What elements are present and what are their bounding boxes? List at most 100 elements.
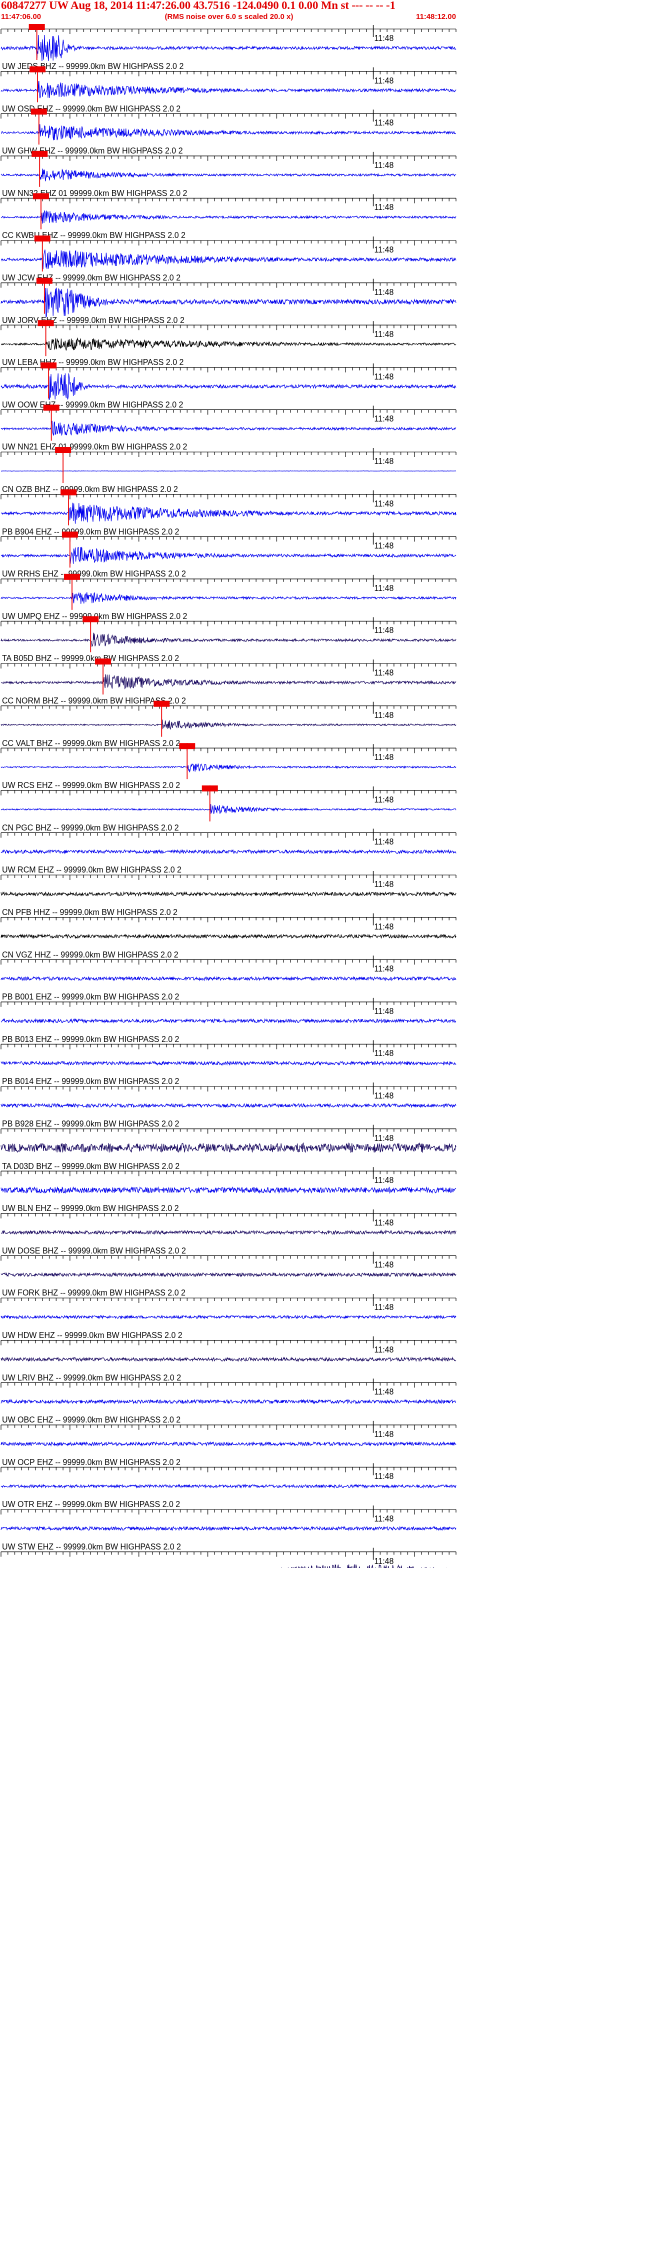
station-label: UW GHW EHZ -- 99999.0km BW HIGHPASS 2.0 … xyxy=(2,147,183,156)
station-label: UW NN32 EHZ 01 99999.0km BW HIGHPASS 2.0… xyxy=(2,189,188,198)
minute-marker-label: 11:48 xyxy=(374,1007,394,1016)
minute-marker-label: 11:48 xyxy=(374,795,394,804)
station-label: PB B928 EHZ -- 99999.0km BW HIGHPASS 2.0… xyxy=(2,1120,180,1129)
waveform-trace xyxy=(0,1398,456,1405)
station-label: CN PGC BHZ -- 99999.0km BW HIGHPASS 2.0 … xyxy=(2,823,179,832)
station-label: UW JEDS BHZ -- 99999.0km BW HIGHPASS 2.0… xyxy=(2,62,184,71)
waveform-trace xyxy=(0,168,457,182)
minute-marker-label: 11:48 xyxy=(374,246,394,255)
station-label: UW OBC EHZ -- 99999.0km BW HIGHPASS 2.0 … xyxy=(2,1416,181,1425)
minute-marker-label: 11:48 xyxy=(374,711,394,720)
waveform-trace xyxy=(0,337,457,351)
minute-marker-label: 11:48 xyxy=(374,415,394,424)
minute-marker-label: 11:48 xyxy=(374,922,394,931)
minute-marker-label: 11:48 xyxy=(374,1261,394,1270)
station-label: UW HDW EHZ -- 99999.0km BW HIGHPASS 2.0 … xyxy=(2,1331,183,1340)
minute-marker-label: 11:48 xyxy=(374,119,394,128)
station-label: CN PFB HHZ -- 99999.0km BW HIGHPASS 2.0 … xyxy=(2,908,178,917)
waveform-trace xyxy=(0,1314,457,1320)
waveform-trace xyxy=(0,1525,457,1532)
station-label: CN OZB BHZ -- 99999.0km BW HIGHPASS 2.0 … xyxy=(2,485,178,494)
plot-header: 60847277 UW Aug 18, 2014 11:47:26.00 43.… xyxy=(0,0,458,23)
station-label: UW FORK BHZ -- 99999.0km BW HIGHPASS 2.0… xyxy=(2,1289,186,1298)
minute-marker-label: 11:48 xyxy=(374,1134,394,1143)
minute-marker-label: 11:48 xyxy=(374,1388,394,1397)
rms-scale-note: (RMS noise over 6.0 s scaled 20.0 x) xyxy=(164,12,294,21)
waveform-trace xyxy=(0,1441,457,1447)
waveform-trace xyxy=(0,1186,457,1194)
plot-title: 60847277 UW Aug 18, 2014 11:47:26.00 43.… xyxy=(1,0,396,12)
station-label: UW RRHS EHZ -- 99999.0km BW HIGHPASS 2.0… xyxy=(2,570,186,579)
minute-marker-label: 11:48 xyxy=(374,753,394,762)
station-label: UW LRIV BHZ -- 99999.0km BW HIGHPASS 2.0… xyxy=(2,1373,182,1382)
station-label: CN VGZ HHZ -- 99999.0km BW HIGHPASS 2.0 … xyxy=(2,950,179,959)
station-label: UW LEBA HHZ -- 99999.0km BW HIGHPASS 2.0… xyxy=(2,358,184,367)
minute-marker-label: 11:48 xyxy=(374,288,394,297)
minute-marker-label: 11:48 xyxy=(374,1218,394,1227)
minute-marker-label: 11:48 xyxy=(374,1472,394,1481)
minute-marker-label: 11:48 xyxy=(374,161,394,170)
minute-marker-label: 11:48 xyxy=(374,203,394,212)
minute-marker-label: 11:48 xyxy=(374,1092,394,1101)
waveform-trace xyxy=(0,763,457,773)
minute-marker-label: 11:48 xyxy=(374,330,394,339)
minute-marker-label: 11:48 xyxy=(374,542,394,551)
minute-marker-label: 11:48 xyxy=(374,1430,394,1439)
minute-marker-label: 11:48 xyxy=(374,372,394,381)
waveform-trace xyxy=(0,209,457,224)
minute-marker-label: 11:48 xyxy=(374,838,394,847)
minute-marker-label: 11:48 xyxy=(374,1049,394,1058)
minute-marker-label: 11:48 xyxy=(374,669,394,678)
minute-marker-label: 11:48 xyxy=(374,457,394,466)
station-label: UW OSD EHZ -- 99999.0km BW HIGHPASS 2.0 … xyxy=(2,104,181,113)
station-label: UW NN21 EHZ 01 99999.0km BW HIGHPASS 2.0… xyxy=(2,443,188,452)
minute-marker-label: 11:48 xyxy=(374,1303,394,1312)
station-label: UW JORV EHZ -- 99999.0km BW HIGHPASS 2.0… xyxy=(2,316,185,325)
minute-marker-label: 11:48 xyxy=(374,965,394,974)
minute-marker-label: 11:48 xyxy=(374,1557,394,1566)
station-label: UW RCS EHZ -- 99999.0km BW HIGHPASS 2.0 … xyxy=(2,781,181,790)
waveform-trace xyxy=(0,975,457,982)
waveform-trace xyxy=(0,1060,457,1066)
minute-marker-label: 11:48 xyxy=(374,34,394,43)
waveform-trace xyxy=(0,1356,457,1363)
waveform-trace xyxy=(0,1018,457,1024)
waveform-trace xyxy=(0,1483,457,1489)
station-label: UW OOW EHZ -- 99999.0km BW HIGHPASS 2.0 … xyxy=(2,400,184,409)
minute-marker-label: 11:48 xyxy=(374,1176,394,1185)
waveform-trace xyxy=(0,933,457,940)
end-time-label: 11:48:12.00 xyxy=(415,12,456,21)
station-label: UW OTR EHZ -- 99999.0km BW HIGHPASS 2.0 … xyxy=(2,1500,181,1509)
station-label: PB B014 EHZ -- 99999.0km BW HIGHPASS 2.0… xyxy=(2,1077,180,1086)
station-label: UW JCW EHZ -- 99999.0km BW HIGHPASS 2.0 … xyxy=(2,274,181,283)
station-label: CC VALT BHZ -- 99999.0km BW HIGHPASS 2.0… xyxy=(2,739,181,748)
station-label: UW STW EHZ -- 99999.0km BW HIGHPASS 2.0 … xyxy=(2,1543,182,1552)
seismogram-plot: 11:48 UW JEDS BHZ -- 99999.0km BW HIGHPAS… xyxy=(0,24,457,1568)
station-label: PB B013 EHZ -- 99999.0km BW HIGHPASS 2.0… xyxy=(2,1035,180,1044)
minute-marker-label: 11:48 xyxy=(374,584,394,593)
waveform-trace xyxy=(0,891,457,897)
minute-marker-label: 11:48 xyxy=(374,626,394,635)
station-label: UW RCM EHZ -- 99999.0km BW HIGHPASS 2.0 … xyxy=(2,866,182,875)
station-label: PB B001 EHZ -- 99999.0km BW HIGHPASS 2.0… xyxy=(2,993,180,1002)
waveform-trace xyxy=(0,1271,457,1278)
waveform-trace xyxy=(0,1102,457,1109)
minute-marker-label: 11:48 xyxy=(374,499,394,508)
station-label: TA D03D BHZ -- 99999.0km BW HIGHPASS 2.0… xyxy=(2,1162,180,1171)
minute-marker-label: 11:48 xyxy=(374,76,394,85)
minute-marker-label: 11:48 xyxy=(374,1515,394,1524)
station-label: UW OCP EHZ -- 99999.0km BW HIGHPASS 2.0 … xyxy=(2,1458,181,1467)
waveform-trace xyxy=(0,1229,457,1236)
waveform-trace xyxy=(0,1142,457,1154)
waveform-trace xyxy=(0,592,457,604)
waveform-trace xyxy=(0,804,457,815)
station-label: UW DOSE BHZ -- 99999.0km BW HIGHPASS 2.0… xyxy=(2,1246,186,1255)
minute-marker-label: 11:48 xyxy=(374,880,394,889)
minute-marker-label: 11:48 xyxy=(374,1345,394,1354)
station-label: CC KWBU EHZ -- 99999.0km BW HIGHPASS 2.0… xyxy=(2,231,186,240)
station-label: TA B05D BHZ -- 99999.0km BW HIGHPASS 2.0… xyxy=(2,654,180,663)
waveform-trace xyxy=(0,719,457,730)
station-label: PB B904 EHZ -- 99999.0km BW HIGHPASS 2.0… xyxy=(2,527,180,536)
waveform-trace xyxy=(0,848,457,855)
station-label: UW BLN EHZ -- 99999.0km BW HIGHPASS 2.0 … xyxy=(2,1204,179,1213)
